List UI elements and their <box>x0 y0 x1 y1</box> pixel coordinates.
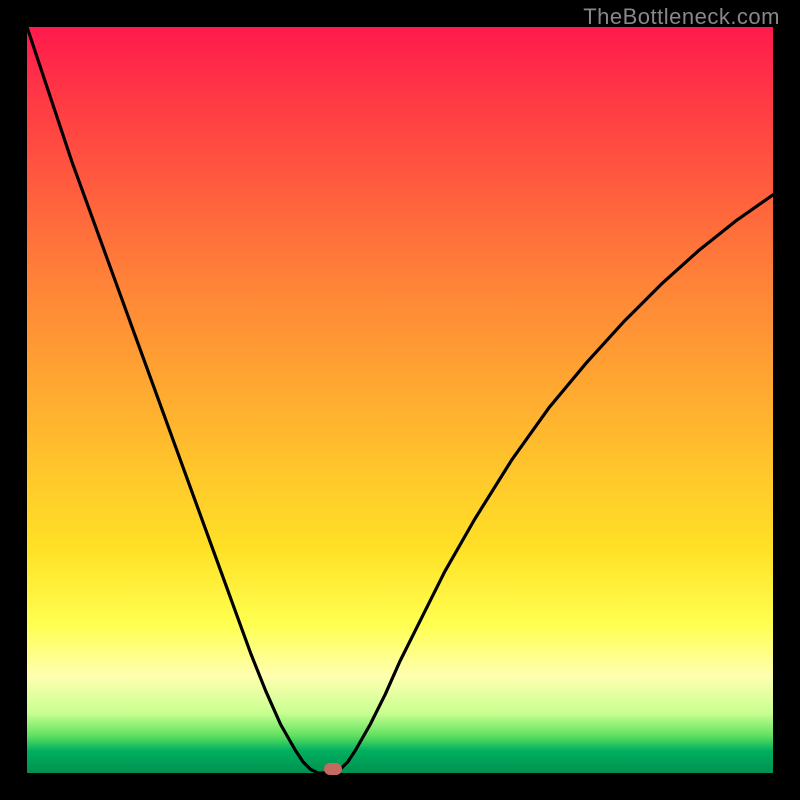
chart-frame: TheBottleneck.com <box>0 0 800 800</box>
watermark-text: TheBottleneck.com <box>583 4 780 30</box>
curve-path <box>27 27 773 773</box>
bottleneck-curve <box>27 27 773 773</box>
optimal-point-marker <box>324 763 342 775</box>
